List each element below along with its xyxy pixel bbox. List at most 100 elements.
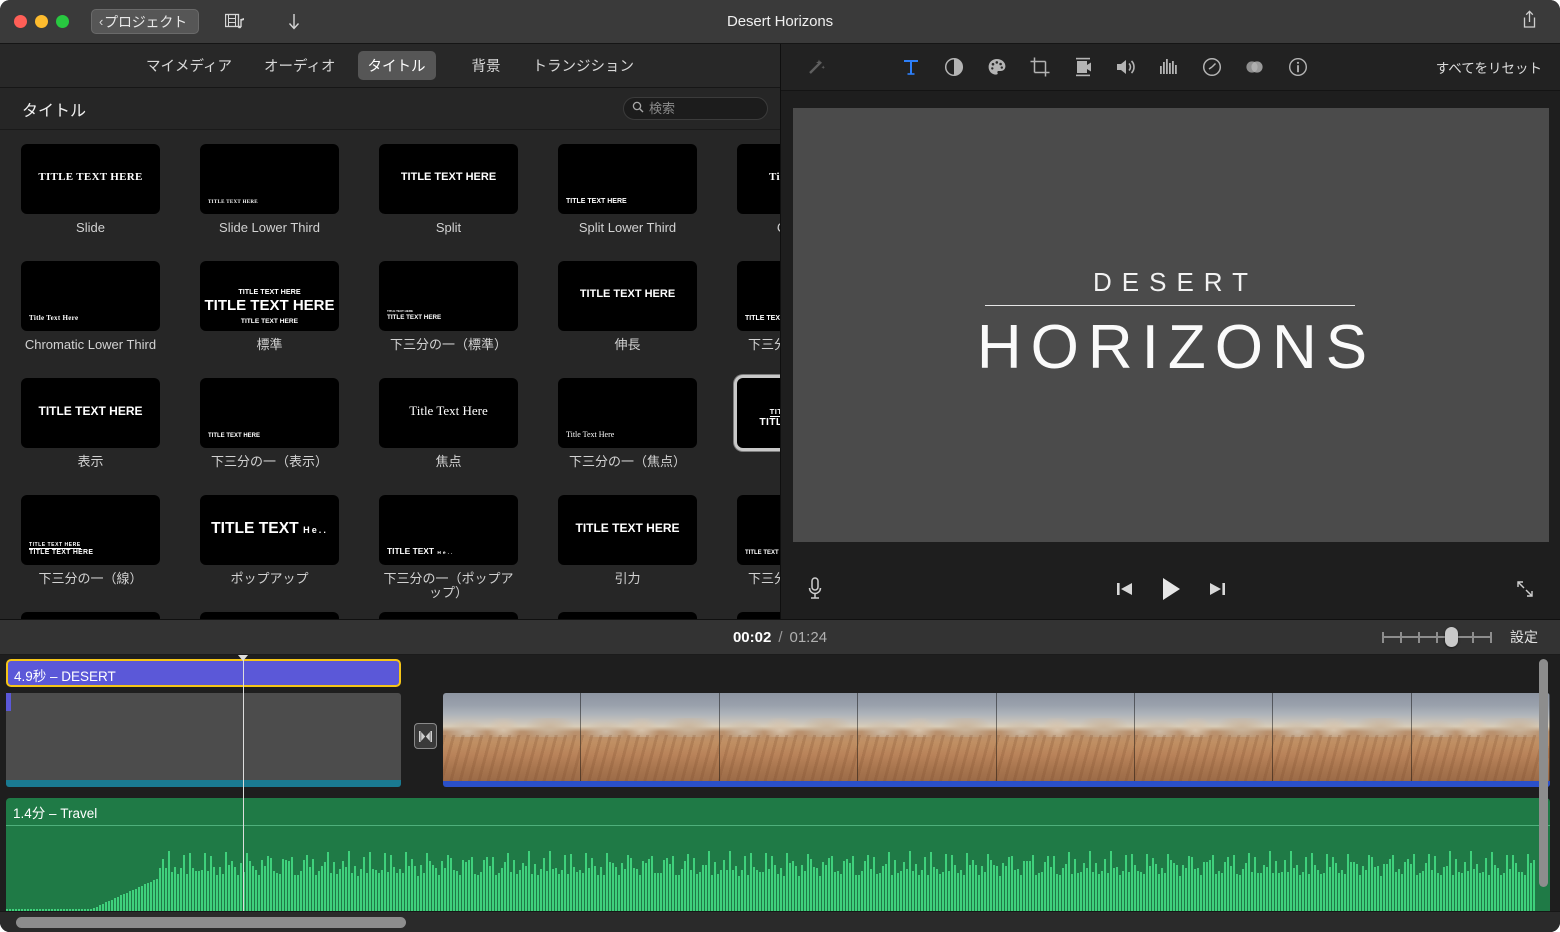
title-thumbnail[interactable]: TITLE TEXT HERE xyxy=(737,261,780,331)
media-tab-4[interactable]: トランジション xyxy=(523,51,645,80)
preview-canvas[interactable]: DESERT HORIZONS xyxy=(793,108,1549,542)
title-thumbnail[interactable]: TITLE TEXT HERETITLE TEXT HERE xyxy=(737,378,780,448)
title-thumbnail[interactable]: TITLE TEXT HERE xyxy=(558,144,697,214)
title-thumbnail[interactable]: TITLE TEXT HERE xyxy=(737,495,780,565)
titles-text-icon[interactable] xyxy=(894,52,928,82)
timeline-audio-clip[interactable]: 1.4分 – Travel xyxy=(6,798,1550,911)
timeline-pane[interactable]: 4.9秒 – DESERT 1.4分 – Travel xyxy=(0,655,1560,932)
title-thumbnail[interactable]: TITLE TEXT HERE xyxy=(200,378,339,448)
title-cell[interactable]: Title Text HereChromatic xyxy=(737,144,780,261)
title-thumbnail[interactable] xyxy=(558,612,697,619)
title-cell[interactable] xyxy=(200,612,339,619)
crop-icon[interactable] xyxy=(1023,52,1057,82)
search-box[interactable] xyxy=(623,97,768,120)
title-thumbnail[interactable]: Title Text Here xyxy=(21,261,160,331)
title-cell[interactable]: Title Text HereChromatic Lower Third xyxy=(21,261,160,378)
speed-icon[interactable] xyxy=(1195,52,1229,82)
title-thumbnail[interactable] xyxy=(200,612,339,619)
title-thumbnail[interactable]: TITLE TEXT HERE xyxy=(558,495,697,565)
info-icon[interactable] xyxy=(1281,52,1315,82)
title-cell[interactable] xyxy=(21,612,160,619)
skip-back-icon[interactable] xyxy=(1115,579,1135,599)
timeline-playhead[interactable] xyxy=(243,655,244,911)
color-balance-icon[interactable] xyxy=(937,52,971,82)
title-cell[interactable]: TITLE TEXT HERE引力 xyxy=(558,495,697,612)
title-thumbnail[interactable]: TITLE TEXT He.. xyxy=(379,495,518,565)
title-cell[interactable]: TITLE TEXT HERESplit Lower Third xyxy=(558,144,697,261)
title-cell[interactable]: TITLE TEXT HERESlide Lower Third xyxy=(200,144,339,261)
title-cell[interactable]: TITLE TEXT HERETITLE TEXT HERETITLE TEXT… xyxy=(200,261,339,378)
maximize-button[interactable] xyxy=(56,15,69,28)
title-cell[interactable] xyxy=(737,612,780,619)
title-thumbnail[interactable]: TITLE TEXT HERETITLE TEXT HERE xyxy=(21,495,160,565)
filters-icon[interactable] xyxy=(1238,52,1272,82)
title-thumbnail[interactable]: Title Text Here xyxy=(558,378,697,448)
waveform-bar xyxy=(411,859,413,911)
color-correction-icon[interactable] xyxy=(980,52,1014,82)
stabilization-icon[interactable] xyxy=(1066,52,1100,82)
share-icon[interactable] xyxy=(1521,9,1538,34)
title-thumbnail[interactable]: TITLE TEXT He.. xyxy=(200,495,339,565)
title-thumbnail[interactable] xyxy=(21,612,160,619)
title-cell[interactable]: TITLE TEXT HERE下三分の一（引力） xyxy=(737,495,780,612)
import-media-icon[interactable] xyxy=(225,13,245,31)
close-button[interactable] xyxy=(14,15,27,28)
zoom-slider-knob[interactable] xyxy=(1445,627,1458,647)
title-cell[interactable]: TITLE TEXT He..下三分の一（ポップアップ） xyxy=(379,495,518,612)
back-to-projects-button[interactable]: ‹ プロジェクト xyxy=(91,9,199,34)
media-tab-3[interactable]: 背景 xyxy=(462,51,511,80)
magic-wand-icon[interactable] xyxy=(799,52,833,82)
title-thumbnail[interactable]: TITLE TEXT HERE xyxy=(558,261,697,331)
title-cell[interactable]: TITLE TEXT He..ポップアップ xyxy=(200,495,339,612)
media-tab-0[interactable]: マイメディア xyxy=(136,51,242,80)
play-icon[interactable] xyxy=(1159,576,1183,602)
timeline-zoom-slider[interactable] xyxy=(1382,628,1492,646)
vertical-scrollbar-thumb[interactable] xyxy=(1539,659,1548,887)
title-thumbnail[interactable]: TITLE TEXT HERE xyxy=(379,144,518,214)
horizontal-scrollbar-thumb[interactable] xyxy=(16,917,406,928)
download-arrow-icon[interactable] xyxy=(287,12,301,32)
title-cell[interactable]: TITLE TEXT HERE伸長 xyxy=(558,261,697,378)
title-cell[interactable]: TITLE TEXT HERETITLE TEXT HERE下三分の一（線） xyxy=(21,495,160,612)
timeline-title-clip[interactable]: 4.9秒 – DESERT xyxy=(6,659,401,687)
title-cell[interactable] xyxy=(379,612,518,619)
title-cell[interactable]: TITLE TEXT HERESlide xyxy=(21,144,160,261)
title-cell[interactable]: TITLE TEXT HERE表示 xyxy=(21,378,160,495)
timeline-vertical-scrollbar[interactable] xyxy=(1539,659,1548,887)
title-thumbnail[interactable] xyxy=(737,612,780,619)
titles-grid-scroll[interactable]: TITLE TEXT HERESlide TITLE TEXT HERESlide… xyxy=(0,130,780,619)
title-cell[interactable]: Title Text Here下三分の一（焦点） xyxy=(558,378,697,495)
search-input[interactable] xyxy=(649,101,759,116)
waveform-bar xyxy=(1377,866,1379,911)
title-cell[interactable]: TITLE TEXT HERE下三分の一（伸長） xyxy=(737,261,780,378)
waveform-bar xyxy=(912,871,914,911)
volume-icon[interactable] xyxy=(1109,52,1143,82)
title-thumbnail[interactable]: Title Text Here xyxy=(379,378,518,448)
title-cell[interactable]: TITLE TEXT HERETITLE TEXT HERE線 xyxy=(737,378,780,495)
playhead-handle[interactable] xyxy=(238,655,248,661)
title-thumbnail[interactable]: TITLE TEXT HERETITLE TEXT HERETITLE TEXT… xyxy=(200,261,339,331)
title-thumbnail[interactable]: Title Text Here xyxy=(737,144,780,214)
minimize-button[interactable] xyxy=(35,15,48,28)
timeline-video-clip[interactable] xyxy=(443,693,1550,787)
reset-all-button[interactable]: すべてをリセット xyxy=(1436,57,1542,77)
waveform-bar xyxy=(1473,869,1475,911)
waveform-bar xyxy=(1356,864,1358,911)
video-clip-placeholder[interactable] xyxy=(6,693,401,787)
title-thumbnail[interactable]: TITLE TEXT HERE xyxy=(21,144,160,214)
title-thumbnail[interactable]: TITLE TEXT HERE xyxy=(21,378,160,448)
media-tab-2[interactable]: タイトル xyxy=(358,51,436,80)
media-tab-1[interactable]: オーディオ xyxy=(254,51,346,80)
title-thumbnail[interactable]: TITLE TEXT HERETITLE TEXT HERE xyxy=(379,261,518,331)
precision-editor-icon[interactable] xyxy=(414,723,437,749)
timeline-horizontal-scrollbar[interactable] xyxy=(0,911,1560,932)
title-cell[interactable]: TITLE TEXT HERETITLE TEXT HERE下三分の一（標準） xyxy=(379,261,518,378)
title-cell[interactable]: TITLE TEXT HERE下三分の一（表示） xyxy=(200,378,339,495)
title-cell[interactable]: Title Text Here焦点 xyxy=(379,378,518,495)
equalizer-icon[interactable] xyxy=(1152,52,1186,82)
title-thumbnail[interactable] xyxy=(379,612,518,619)
title-thumbnail[interactable]: TITLE TEXT HERE xyxy=(200,144,339,214)
title-cell[interactable]: TITLE TEXT HERESplit xyxy=(379,144,518,261)
title-cell[interactable] xyxy=(558,612,697,619)
skip-forward-icon[interactable] xyxy=(1207,579,1227,599)
